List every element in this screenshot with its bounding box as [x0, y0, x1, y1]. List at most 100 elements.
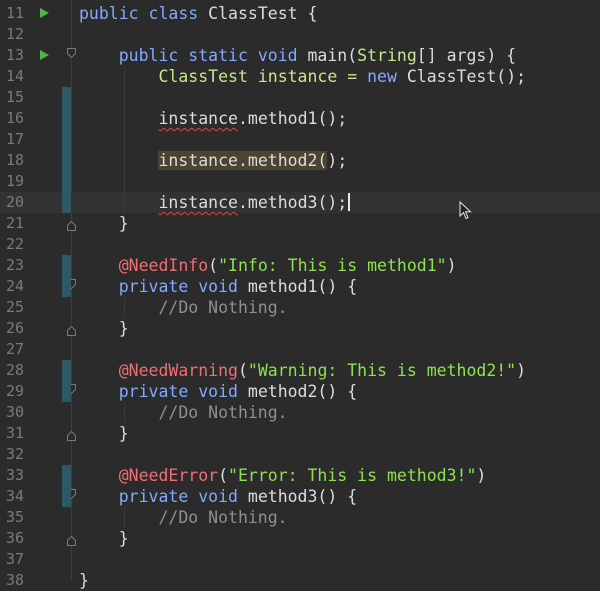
vcs-change-marker[interactable]: [62, 465, 71, 507]
code-text[interactable]: private void method2() {: [79, 381, 357, 402]
code-editor[interactable]: 11 public class ClassTest {12 13 public st…: [0, 0, 600, 590]
code-line[interactable]: 37: [0, 549, 600, 570]
code-text[interactable]: }: [79, 318, 129, 339]
code-token: main(: [307, 46, 358, 65]
code-text[interactable]: private void method3() {: [79, 486, 357, 507]
code-line[interactable]: 14 ClassTest instance = new ClassTest();: [0, 66, 600, 87]
code-line[interactable]: 34 private void method3() {: [0, 486, 600, 507]
line-number: 22: [6, 235, 25, 253]
code-token: @NeedInfo: [118, 256, 209, 275]
fold-collapse-icon[interactable]: [67, 48, 76, 58]
code-line[interactable]: 33 @NeedError("Error: This is method3!"): [0, 465, 600, 486]
code-text[interactable]: instance.method2();: [79, 150, 347, 171]
code-text[interactable]: public static void main(String[] args) {: [79, 45, 516, 66]
code-text[interactable]: @NeedWarning("Warning: This is method2!"…: [79, 360, 526, 381]
code-text[interactable]: //Do Nothing.: [79, 402, 288, 423]
code-token: //Do Nothing.: [79, 403, 288, 422]
code-token: method3() {: [247, 487, 358, 506]
run-gutter-icon[interactable]: [40, 50, 49, 60]
fold-end-icon[interactable]: [67, 326, 76, 336]
code-token: "Error: This is method3!": [228, 466, 477, 485]
code-token: method2() {: [247, 382, 358, 401]
indent-guide: [124, 66, 125, 213]
line-number: 25: [6, 298, 25, 316]
vcs-change-marker[interactable]: [62, 87, 71, 213]
code-token: instance =: [247, 67, 368, 86]
code-text[interactable]: @NeedError("Error: This is method3!"): [79, 465, 487, 486]
code-line[interactable]: 13 public static void main(String[] args…: [0, 45, 600, 66]
code-line[interactable]: 31 }: [0, 423, 600, 444]
code-token: }: [79, 424, 129, 443]
code-text[interactable]: }: [79, 528, 129, 549]
line-number: 11: [6, 4, 25, 22]
code-line[interactable]: 38}: [0, 570, 600, 591]
indent-guide: [124, 297, 125, 318]
code-line[interactable]: 21 }: [0, 213, 600, 234]
code-text[interactable]: private void method1() {: [79, 276, 357, 297]
code-text[interactable]: ClassTest instance = new ClassTest();: [79, 66, 526, 87]
code-token: ClassTest();: [406, 67, 527, 86]
code-line[interactable]: 17: [0, 129, 600, 150]
code-text[interactable]: }: [79, 213, 129, 234]
code-token: ): [446, 256, 457, 275]
line-number: 20: [6, 193, 25, 211]
line-number: 32: [6, 445, 25, 463]
line-number: 30: [6, 403, 25, 421]
code-text[interactable]: @NeedInfo("Info: This is method1"): [79, 255, 457, 276]
code-line[interactable]: 15: [0, 87, 600, 108]
code-line[interactable]: 18 instance.method2();: [0, 150, 600, 171]
run-gutter-icon[interactable]: [40, 8, 49, 18]
code-line[interactable]: 28 @NeedWarning("Warning: This is method…: [0, 360, 600, 381]
code-line[interactable]: 36 }: [0, 528, 600, 549]
code-token: }: [79, 214, 129, 233]
code-line[interactable]: 11 public class ClassTest {: [0, 3, 600, 24]
vcs-change-marker[interactable]: [62, 255, 71, 297]
fold-end-icon[interactable]: [67, 431, 76, 441]
code-text[interactable]: instance.method3();: [79, 192, 350, 213]
mouse-pointer-icon: [459, 200, 473, 225]
fold-end-icon[interactable]: [67, 221, 76, 231]
code-token: private: [79, 277, 199, 296]
line-number: 36: [6, 529, 25, 547]
code-text[interactable]: }: [79, 570, 89, 591]
vcs-change-marker[interactable]: [62, 360, 71, 402]
code-line[interactable]: 23 @NeedInfo("Info: This is method1"): [0, 255, 600, 276]
code-line[interactable]: 25 //Do Nothing.: [0, 297, 600, 318]
code-token: ): [476, 466, 487, 485]
code-token: "Info: This is method1": [218, 256, 447, 275]
line-number: 13: [6, 46, 25, 64]
line-number: 19: [6, 172, 25, 190]
code-line[interactable]: 22: [0, 234, 600, 255]
code-line[interactable]: 27: [0, 339, 600, 360]
code-token: void: [257, 46, 308, 65]
code-token: ;: [337, 151, 348, 170]
code-line[interactable]: 26 }: [0, 318, 600, 339]
code-token: (: [208, 256, 219, 275]
code-text[interactable]: }: [79, 423, 129, 444]
code-line[interactable]: 29 private void method2() {: [0, 381, 600, 402]
line-number: 37: [6, 550, 25, 568]
code-line[interactable]: 32: [0, 444, 600, 465]
code-token: private: [79, 382, 199, 401]
line-number: 33: [6, 466, 25, 484]
code-line[interactable]: 12: [0, 24, 600, 45]
code-line[interactable]: 16 instance.method1();: [0, 108, 600, 129]
fold-end-icon[interactable]: [67, 536, 76, 546]
code-text[interactable]: instance.method1();: [79, 108, 347, 129]
code-line[interactable]: 24 private void method1() {: [0, 276, 600, 297]
code-text[interactable]: //Do Nothing.: [79, 297, 287, 318]
line-number: 34: [6, 487, 25, 505]
code-token: }: [79, 319, 129, 338]
code-line[interactable]: 35 //Do Nothing.: [0, 507, 600, 528]
code-line[interactable]: 19: [0, 171, 600, 192]
code-token: @NeedError: [118, 466, 219, 485]
code-token: public: [79, 46, 189, 65]
code-token: String: [357, 46, 417, 65]
code-line[interactable]: 20 instance.method3();: [0, 192, 600, 213]
code-line[interactable]: 30 //Do Nothing.: [0, 402, 600, 423]
line-number: 15: [6, 88, 25, 106]
code-text[interactable]: //Do Nothing.: [79, 507, 287, 528]
code-text[interactable]: public class ClassTest {: [79, 3, 317, 24]
